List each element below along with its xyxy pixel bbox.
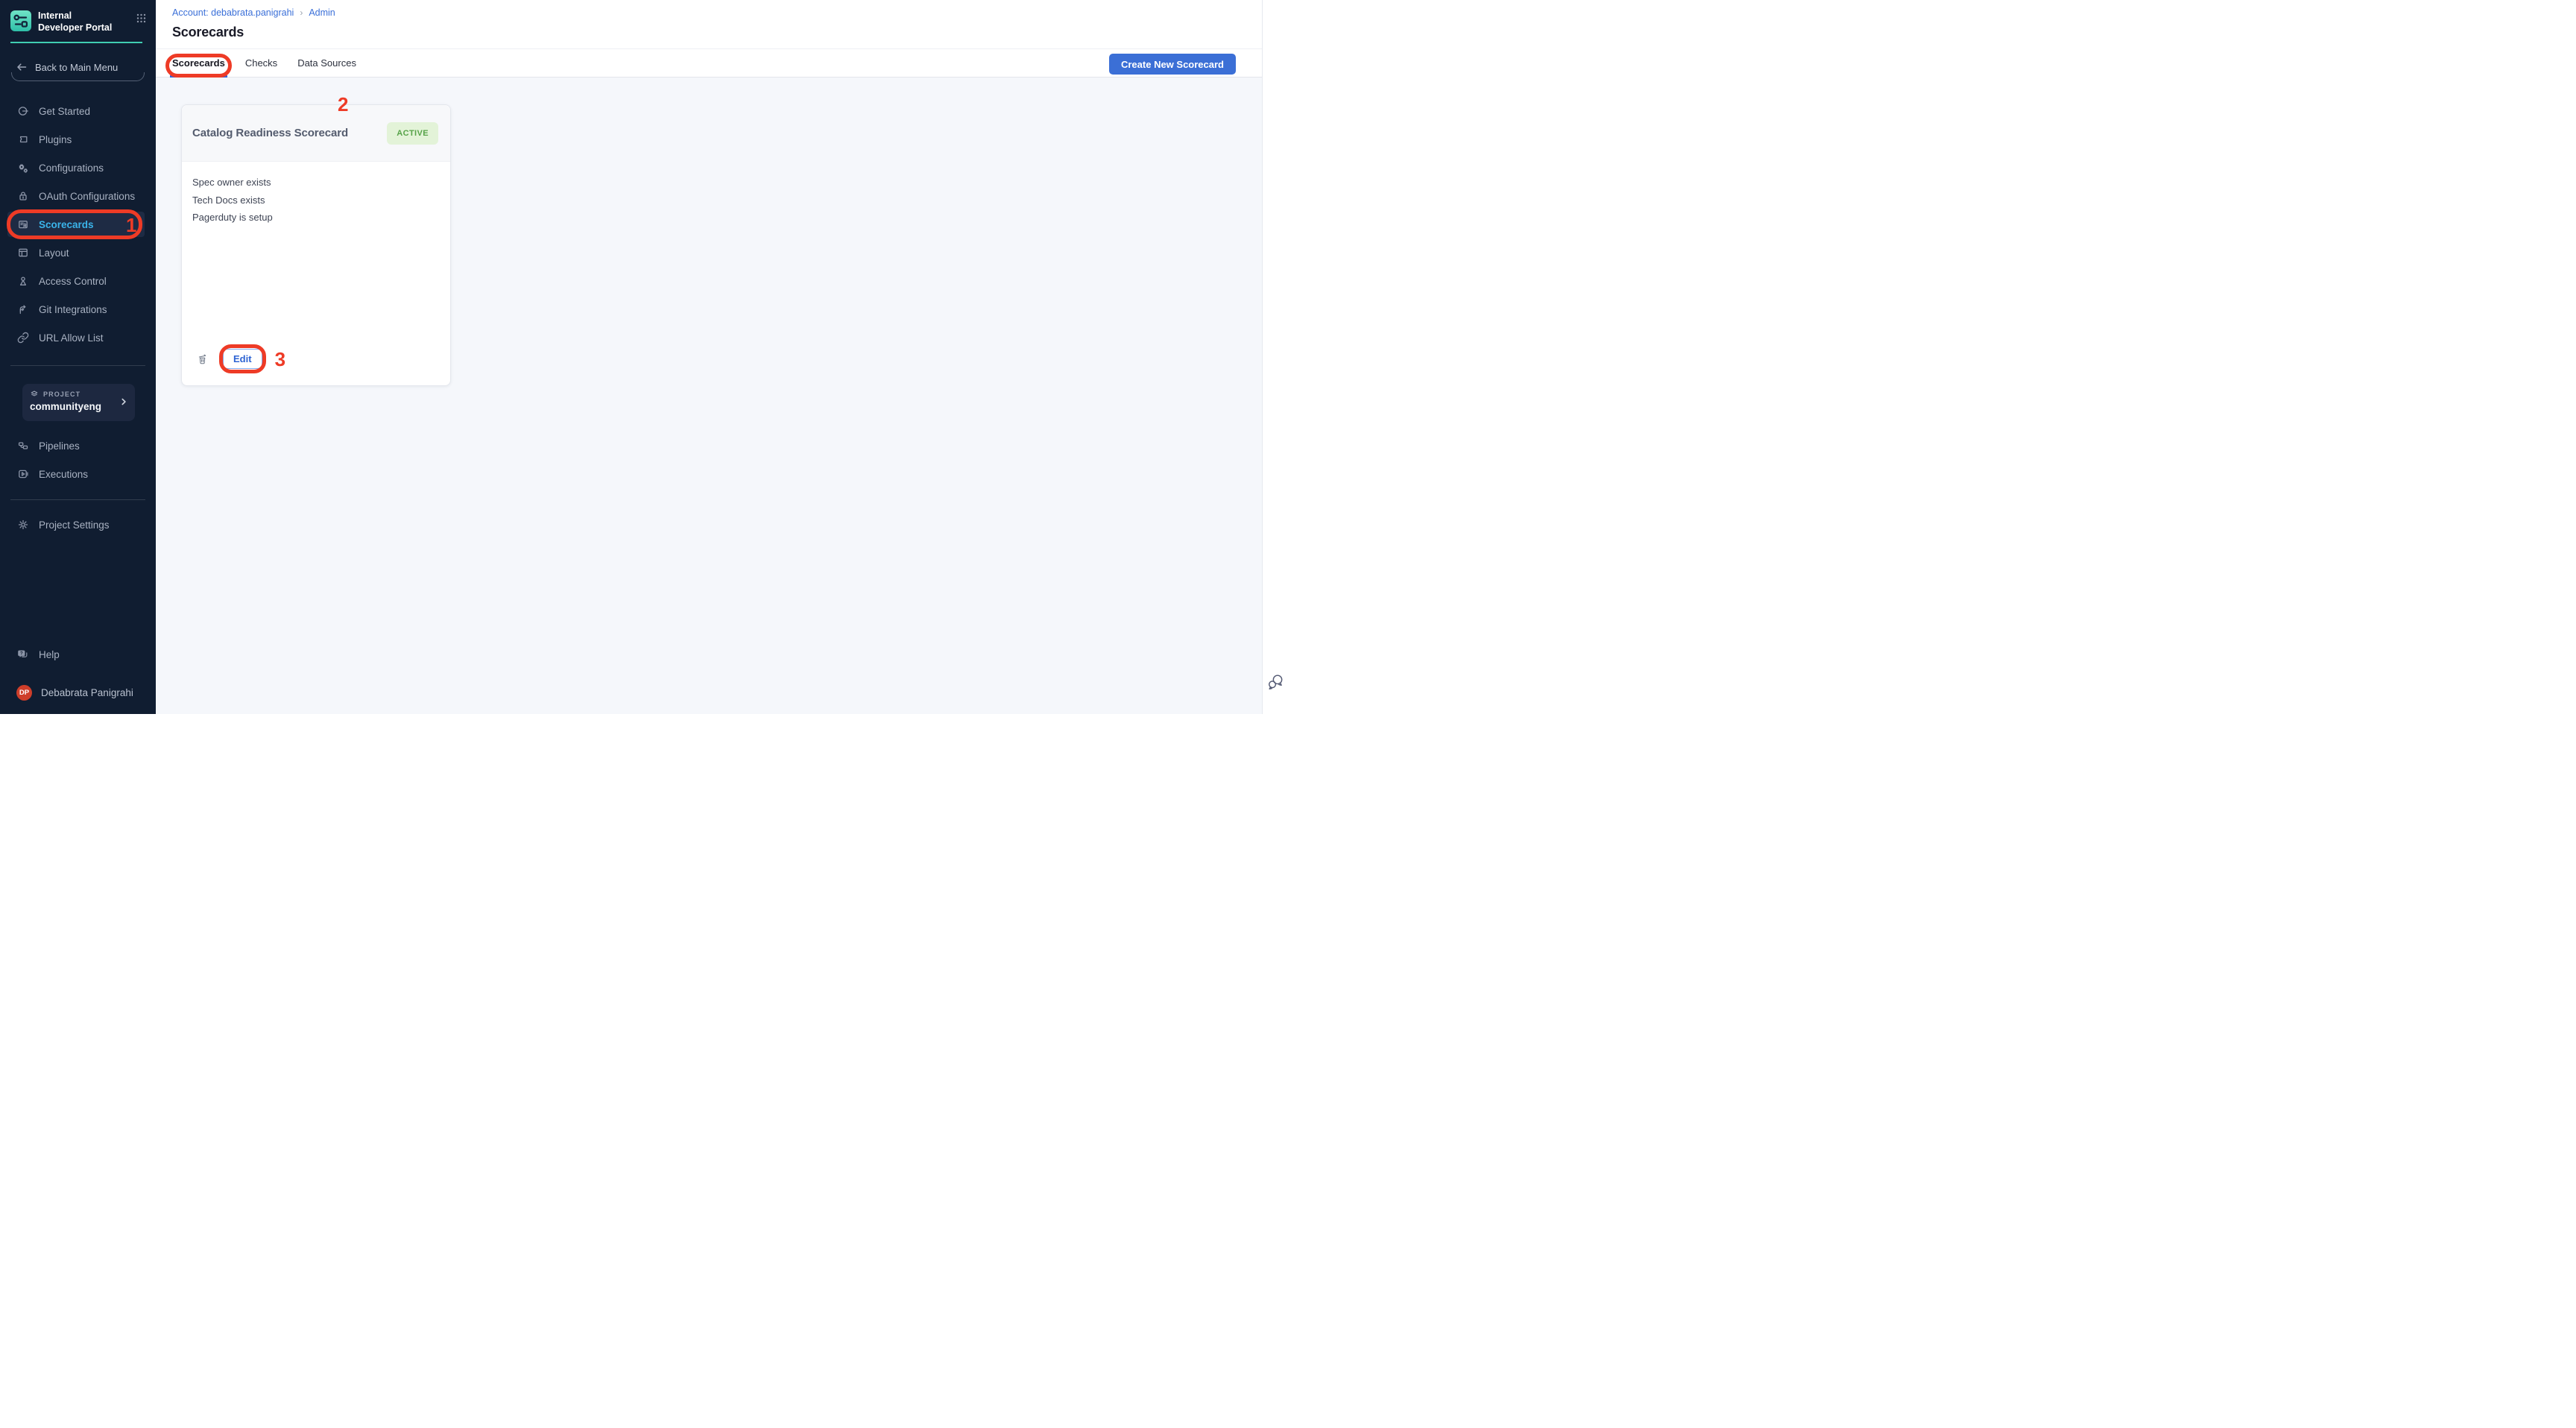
sidebar-item-plugins[interactable]: Plugins <box>0 125 156 154</box>
sidebar-item-label: Access Control <box>39 276 107 287</box>
sidebar: Internal Developer Portal Back to Main M… <box>0 0 156 714</box>
project-selector[interactable]: PROJECT communityeng <box>22 384 135 421</box>
logo-icon <box>10 10 31 31</box>
chevron-right-icon <box>119 396 129 408</box>
sidebar-item-oauth-configurations[interactable]: OAuth Configurations <box>0 182 156 210</box>
breadcrumb: Account: debabrata.panigrahi › Admin <box>172 7 1288 18</box>
tab-scorecards[interactable]: Scorecards <box>172 49 225 77</box>
project-label: PROJECT <box>43 391 80 398</box>
project-name: communityeng <box>30 401 127 412</box>
back-section-outline <box>11 72 145 81</box>
sidebar-nav-help: ? Help <box>0 640 156 669</box>
tab-bar: Scorecards Checks Data Sources Create Ne… <box>156 48 1288 78</box>
sidebar-item-label: Layout <box>39 247 69 259</box>
sidebar-item-label: Plugins <box>39 134 72 145</box>
sidebar-item-label: Git Integrations <box>39 304 107 315</box>
app-window: Internal Developer Portal Back to Main M… <box>0 0 1288 714</box>
logo-title: Internal Developer Portal <box>38 10 119 34</box>
brand-divider <box>10 42 142 43</box>
grid-icon[interactable] <box>136 13 147 24</box>
create-new-scorecard-button[interactable]: Create New Scorecard <box>1109 54 1236 75</box>
avatar: DP <box>16 685 32 701</box>
annotation-number-2: 2 <box>338 95 348 114</box>
page-header: Account: debabrata.panigrahi › Admin Sco… <box>156 0 1288 48</box>
executions-icon <box>16 468 29 481</box>
pipelines-icon <box>16 440 29 452</box>
plugins-icon <box>16 133 29 146</box>
sidebar-item-configurations[interactable]: Configurations <box>0 154 156 182</box>
sidebar-divider <box>10 499 145 500</box>
annotation-number-1: 1 <box>126 215 136 235</box>
sidebar-item-git-integrations[interactable]: Git Integrations <box>0 295 156 323</box>
delete-scorecard-button[interactable] <box>197 352 210 366</box>
annotation-number-3: 3 <box>275 350 285 369</box>
get-started-icon <box>16 105 29 118</box>
tab-label: Data Sources <box>297 57 356 69</box>
tab-content: Catalog Readiness Scorecard ACTIVE Spec … <box>156 78 1262 714</box>
gear-icon <box>16 519 29 531</box>
tab-data-sources[interactable]: Data Sources <box>297 49 356 77</box>
logo-row: Internal Developer Portal <box>10 10 147 34</box>
sidebar-item-project-settings[interactable]: Project Settings <box>0 511 156 539</box>
back-to-main-menu[interactable]: Back to Main Menu <box>16 61 118 73</box>
sidebar-item-pipelines[interactable]: Pipelines <box>0 432 156 460</box>
layout-icon <box>16 247 29 259</box>
check-item: Spec owner exists <box>192 174 440 192</box>
sidebar-item-label: Help <box>39 649 60 660</box>
arrow-left-icon <box>16 61 28 73</box>
scorecard-card-header: Catalog Readiness Scorecard ACTIVE <box>182 105 450 162</box>
url-allow-list-icon <box>16 332 29 344</box>
sidebar-item-access-control[interactable]: Access Control <box>0 267 156 295</box>
chat-bubbles-icon <box>1268 672 1284 692</box>
back-label: Back to Main Menu <box>35 62 118 73</box>
sidebar-item-label: Project Settings <box>39 519 110 531</box>
check-item: Pagerduty is setup <box>192 209 440 227</box>
check-item: Tech Docs exists <box>192 192 440 209</box>
sidebar-nav-settings: Project Settings <box>0 511 156 539</box>
sidebar-item-get-started[interactable]: Get Started <box>0 97 156 125</box>
support-chat-button[interactable] <box>1268 672 1284 692</box>
tab-checks[interactable]: Checks <box>245 49 277 77</box>
sidebar-nav-lower: Pipelines Executions <box>0 432 156 488</box>
scorecard-card-footer: Edit 3 <box>197 349 285 369</box>
sidebar-item-label: OAuth Configurations <box>39 191 135 202</box>
sidebar-item-label: Configurations <box>39 162 104 174</box>
layers-icon <box>30 390 39 399</box>
sidebar-item-help[interactable]: ? Help <box>0 640 156 669</box>
breadcrumb-account-link[interactable]: Account: debabrata.panigrahi <box>172 7 294 18</box>
sidebar-item-label: URL Allow List <box>39 332 104 344</box>
sidebar-divider <box>10 365 145 366</box>
sidebar-item-layout[interactable]: Layout <box>0 238 156 267</box>
git-integrations-icon <box>16 303 29 316</box>
access-control-icon <box>16 275 29 288</box>
scorecard-checks-list: Spec owner exists Tech Docs exists Pager… <box>182 162 450 227</box>
trash-icon <box>197 353 208 365</box>
annotation-ring-3 <box>219 344 266 373</box>
annotation-ring-2 <box>165 54 232 78</box>
configurations-icon <box>16 162 29 174</box>
user-menu[interactable]: DP Debabrata Panigrahi <box>0 677 156 707</box>
scorecard-title: Catalog Readiness Scorecard <box>192 127 387 139</box>
sidebar-item-executions[interactable]: Executions <box>0 460 156 488</box>
right-rail <box>1262 0 1288 714</box>
user-name: Debabrata Panigrahi <box>41 687 133 698</box>
breadcrumb-admin-link[interactable]: Admin <box>309 7 335 18</box>
svg-text:?: ? <box>20 651 23 657</box>
sidebar-item-url-allow-list[interactable]: URL Allow List <box>0 323 156 352</box>
sidebar-item-label: Pipelines <box>39 440 80 452</box>
scorecard-card: Catalog Readiness Scorecard ACTIVE Spec … <box>181 104 451 386</box>
tab-label: Checks <box>245 57 277 69</box>
main-area: Account: debabrata.panigrahi › Admin Sco… <box>156 0 1288 714</box>
breadcrumb-chevron: › <box>300 7 303 18</box>
status-badge: ACTIVE <box>387 122 438 145</box>
page-title: Scorecards <box>172 25 1288 40</box>
sidebar-item-label: Executions <box>39 469 88 480</box>
sidebar-item-label: Get Started <box>39 106 90 117</box>
oauth-icon <box>16 190 29 203</box>
help-icon: ? <box>16 648 29 661</box>
annotation-ring-1 <box>7 209 142 239</box>
